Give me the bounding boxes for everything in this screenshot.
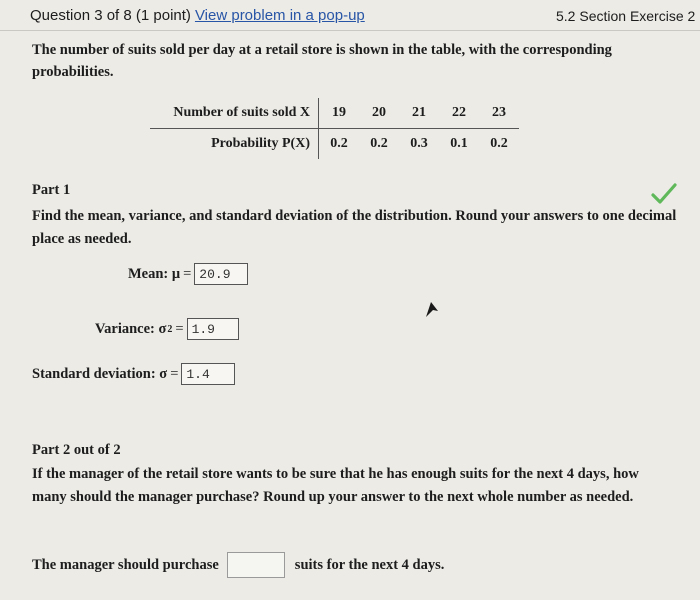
variance-label: Variance: σ [95,320,167,337]
x-value-cell: 23 [479,98,519,129]
view-popup-link[interactable]: View problem in a pop-up [195,7,365,24]
sd-input[interactable]: 1.4 [181,363,236,385]
table-row-x: Number of suits sold X 19 20 21 22 23 [150,98,519,129]
part1-instructions: Find the mean, variance, and standard de… [32,208,677,247]
p-value-cell: 0.2 [370,136,388,151]
variance-input[interactable]: 1.9 [186,318,239,340]
distribution-table: Number of suits sold X 19 20 21 22 23 Pr… [150,98,519,159]
sd-label: Standard deviation: σ [32,365,168,382]
mean-input[interactable]: 20.9 [194,263,249,285]
p-value-cell: 0.3 [410,136,428,151]
sd-row: Standard deviation: σ = 1.4 [32,363,236,385]
x-value-cell: 20 [359,98,399,129]
mouse-cursor-icon [426,302,438,317]
x-value-cell: 22 [439,98,479,129]
part2-question: If the manager of the retail store wants… [32,466,639,505]
table-row-p: Probability P(X) 0.2 0.2 0.3 0.1 0.2 [150,128,519,159]
equals-sign: = [183,265,192,282]
row-label-x: Number of suits sold X [150,98,319,129]
p-value-cell: 0.1 [450,136,468,151]
mean-label: Mean: μ [128,265,181,282]
part2-title: Part 2 out of 2 [32,442,121,458]
section-exercise-label: 5.2 Section Exercise 2 [556,8,696,24]
suits-answer-input[interactable] [226,552,285,578]
answer-prefix: The manager should purchase [32,556,219,573]
final-answer-row: The manager should purchase suits for th… [32,552,444,578]
question-header: Question 3 of 8 (1 point) View problem in… [0,0,700,31]
variance-row: Variance: σ2 = 1.9 [95,318,239,340]
mean-row: Mean: μ = 20.9 [128,263,249,285]
problem-intro: The number of suits sold per day at a re… [32,42,612,80]
question-label: Question 3 of 8 (1 point) [30,7,191,24]
part1-title: Part 1 [32,182,71,198]
squared-superscript: 2 [167,323,173,335]
equals-sign: = [170,365,179,382]
p-value-cell: 0.2 [330,136,348,151]
question-title: Question 3 of 8 (1 point) View problem in… [30,7,365,24]
row-label-p: Probability P(X) [150,128,319,159]
checkmark-icon [651,183,677,204]
x-value-cell: 19 [318,98,359,129]
p-value-cell: 0.2 [490,136,508,151]
answer-suffix: suits for the next 4 days. [294,556,445,573]
x-value-cell: 21 [399,98,439,129]
equals-sign: = [175,320,184,337]
